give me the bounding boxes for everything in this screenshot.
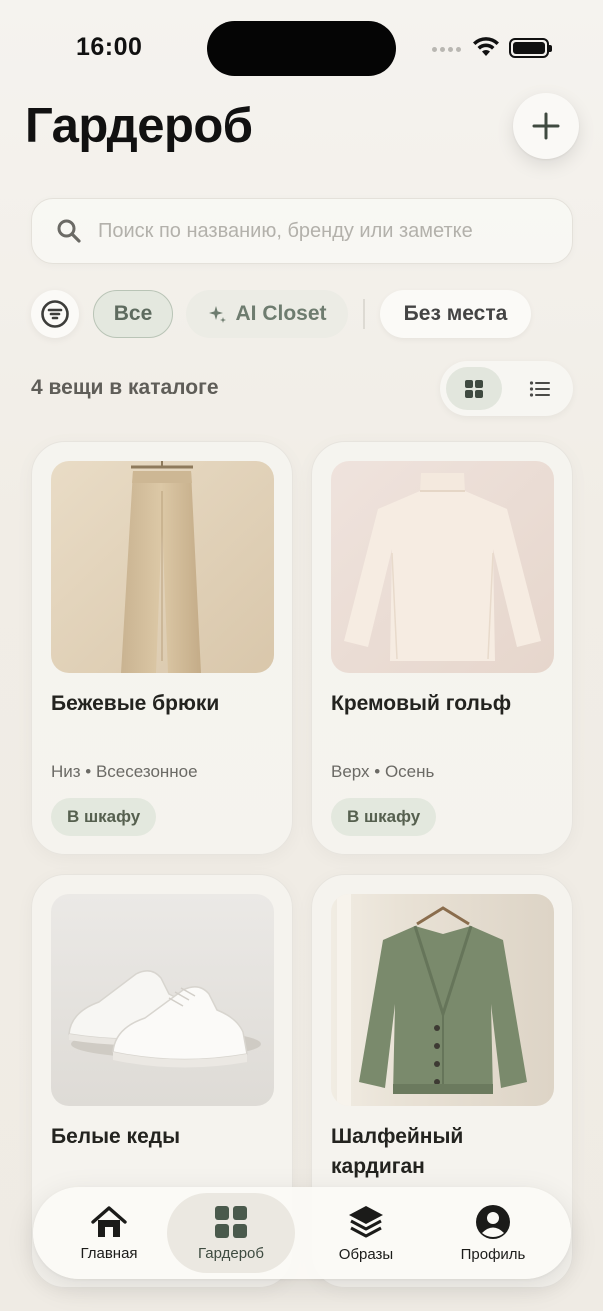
profile-icon — [476, 1204, 510, 1239]
tab-bar: Главная Гардероб Образы Профиль — [33, 1187, 571, 1279]
filter-button[interactable] — [31, 290, 79, 338]
grid-view-button[interactable] — [446, 367, 502, 410]
home-icon — [91, 1205, 127, 1237]
item-meta: Низ • Всесезонное — [51, 762, 198, 781]
chip-no-location[interactable]: Без места — [380, 290, 531, 338]
item-card[interactable]: Бежевые брюки Низ • Всесезонное В шкафу — [31, 441, 293, 855]
add-item-button[interactable] — [513, 93, 579, 159]
page-title: Гардероб — [25, 99, 253, 153]
item-photo — [51, 894, 274, 1106]
item-title: Бежевые брюки — [51, 692, 220, 715]
item-photo — [331, 894, 554, 1106]
view-toggle — [440, 361, 573, 416]
item-photo — [51, 461, 274, 673]
item-title: Белые кеды — [51, 1125, 181, 1148]
grid-icon — [465, 379, 483, 398]
tab-profile-label: Профиль — [460, 1245, 526, 1263]
chip-all-label: Все — [113, 302, 153, 325]
plus-icon — [532, 112, 560, 140]
cellular-signal-icon — [432, 47, 461, 52]
wifi-icon — [473, 37, 499, 56]
status-badge: В шкафу — [331, 798, 437, 836]
tab-wardrobe-label: Гардероб — [198, 1244, 264, 1262]
battery-icon — [509, 38, 552, 58]
item-photo — [331, 461, 554, 673]
chip-divider — [363, 299, 365, 329]
search-bar[interactable] — [31, 198, 573, 264]
list-icon — [529, 380, 550, 397]
tab-home[interactable]: Главная — [45, 1187, 173, 1279]
search-icon — [57, 219, 81, 243]
chip-all[interactable]: Все — [93, 290, 173, 338]
item-meta: Верх • Осень — [331, 762, 435, 781]
catalog-count: 4 вещи в каталоге — [31, 376, 219, 399]
list-view-button[interactable] — [512, 367, 568, 410]
status-time: 16:00 — [76, 33, 143, 61]
tab-wardrobe[interactable]: Гардероб — [167, 1193, 295, 1273]
item-card[interactable]: Кремовый гольф Верх • Осень В шкафу — [311, 441, 573, 855]
dynamic-island — [207, 21, 396, 76]
search-input[interactable] — [98, 219, 558, 243]
filter-icon — [41, 300, 69, 328]
item-title: Шалфейный кардиган — [331, 1125, 464, 1178]
status-badge: В шкафу — [51, 798, 157, 836]
grid-icon — [215, 1205, 247, 1238]
item-title: Кремовый гольф — [331, 692, 512, 715]
chip-no-location-label: Без места — [403, 302, 508, 325]
chip-ai-closet[interactable]: AI Closet — [186, 290, 348, 338]
tab-outfits[interactable]: Образы — [302, 1187, 430, 1279]
sparkle-icon — [209, 306, 227, 323]
status-bar: 16:00 — [0, 0, 603, 96]
tab-profile[interactable]: Профиль — [429, 1187, 557, 1279]
tab-outfits-label: Образы — [338, 1245, 394, 1263]
layers-icon — [349, 1205, 383, 1237]
tab-home-label: Главная — [80, 1244, 138, 1262]
chip-ai-closet-label: AI Closet — [235, 302, 327, 325]
